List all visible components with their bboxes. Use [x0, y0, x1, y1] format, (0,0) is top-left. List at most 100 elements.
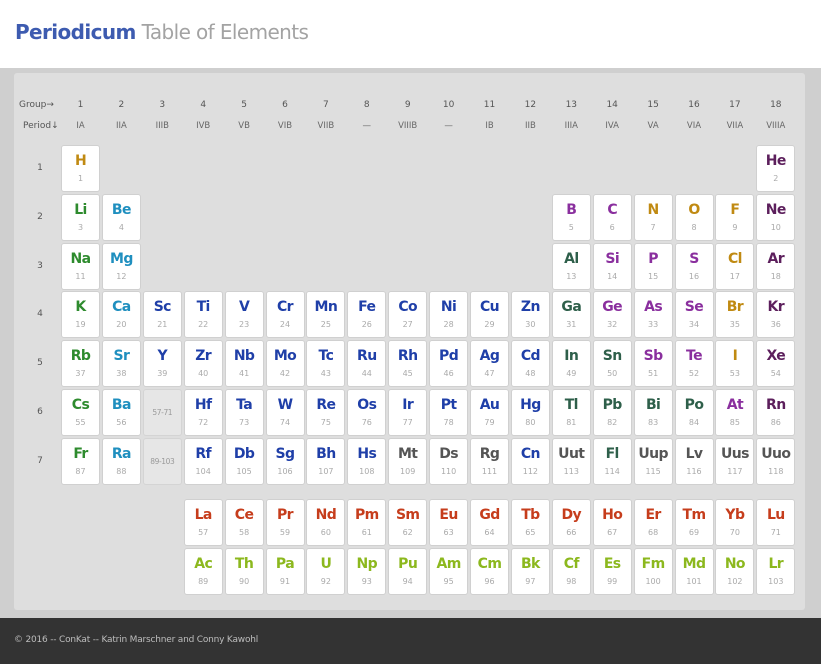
element-cell-pt[interactable]: Pt 78 [430, 390, 468, 435]
element-cell-ho[interactable]: Ho 67 [593, 500, 631, 545]
element-cell-ta[interactable]: Ta 73 [225, 390, 263, 435]
element-cell-ba[interactable]: Ba 56 [102, 390, 140, 435]
element-cell-cu[interactable]: Cu 29 [471, 292, 508, 338]
element-cell-eu[interactable]: Eu 63 [430, 500, 468, 545]
element-cell-yb[interactable]: Yb 70 [716, 500, 754, 545]
element-cell-gd[interactable]: Gd 64 [471, 500, 508, 545]
app-logo[interactable]: Periodicum Table of Elements [15, 20, 309, 44]
element-cell-al[interactable]: Al 13 [552, 243, 590, 289]
element-cell-f[interactable]: F9 [716, 194, 754, 240]
element-cell-pm[interactable]: Pm 61 [348, 500, 386, 545]
element-cell-ac[interactable]: Ac 89 [184, 548, 222, 594]
element-cell-mg[interactable]: Mg 12 [102, 243, 140, 289]
element-cell-sn[interactable]: Sn 50 [593, 341, 631, 387]
element-cell-cf[interactable]: Cf 98 [552, 548, 590, 594]
element-cell-er[interactable]: Er 68 [634, 500, 672, 545]
element-cell-cl[interactable]: Cl 17 [716, 243, 754, 289]
element-cell-b[interactable]: B5 [552, 194, 590, 240]
element-cell-li[interactable]: Li 3 [62, 194, 99, 240]
element-cell-fe[interactable]: Fe 26 [348, 292, 386, 338]
element-cell-cn[interactable]: Cn 112 [511, 438, 549, 484]
element-cell-md[interactable]: Md 101 [675, 548, 713, 594]
element-cell-na[interactable]: Na 11 [62, 243, 99, 289]
element-cell-ga[interactable]: Ga 31 [552, 292, 590, 338]
element-cell-fm[interactable]: Fm 100 [634, 548, 672, 594]
element-cell-ce[interactable]: Ce 58 [225, 500, 263, 545]
element-cell-tl[interactable]: Tl 81 [552, 390, 590, 435]
element-cell-as[interactable]: As 33 [634, 292, 672, 338]
element-cell-sg[interactable]: Sg 106 [266, 438, 304, 484]
element-cell-re[interactable]: Re 75 [307, 390, 345, 435]
element-cell-ag[interactable]: Ag 47 [471, 341, 508, 387]
element-cell-at[interactable]: At 85 [716, 390, 754, 435]
element-cell-sm[interactable]: Sm 62 [389, 500, 427, 545]
element-cell-np[interactable]: Np 93 [348, 548, 386, 594]
element-cell-mt[interactable]: Mt 109 [389, 438, 427, 484]
element-cell-si[interactable]: Si 14 [593, 243, 631, 289]
element-cell-pu[interactable]: Pu 94 [389, 548, 427, 594]
element-cell-te[interactable]: Te 52 [675, 341, 713, 387]
element-cell-au[interactable]: Au 79 [471, 390, 508, 435]
element-cell-ge[interactable]: Ge 32 [593, 292, 631, 338]
element-cell-mn[interactable]: Mn 25 [307, 292, 345, 338]
element-cell-la[interactable]: La 57 [184, 500, 222, 545]
element-cell-u[interactable]: U 92 [307, 548, 345, 594]
element-cell-hs[interactable]: Hs 108 [348, 438, 386, 484]
element-cell-os[interactable]: Os 76 [348, 390, 386, 435]
element-cell-bh[interactable]: Bh 107 [307, 438, 345, 484]
element-cell-i[interactable]: I 53 [716, 341, 754, 387]
element-cell-rf[interactable]: Rf 104 [184, 438, 222, 484]
element-cell-bi[interactable]: Bi 83 [634, 390, 672, 435]
element-cell-be[interactable]: Be 4 [102, 194, 140, 240]
element-cell-ar[interactable]: Ar 18 [757, 243, 795, 289]
element-cell-h[interactable]: H1 [62, 146, 99, 191]
element-cell-c[interactable]: C6 [593, 194, 631, 240]
element-cell-s[interactable]: S 16 [675, 243, 713, 289]
element-cell-w[interactable]: W 74 [266, 390, 304, 435]
element-cell-v[interactable]: V 23 [225, 292, 263, 338]
element-cell-fl[interactable]: Fl 114 [593, 438, 631, 484]
element-cell-p[interactable]: P 15 [634, 243, 672, 289]
element-cell-pd[interactable]: Pd 46 [430, 341, 468, 387]
element-cell-rh[interactable]: Rh 45 [389, 341, 427, 387]
element-cell-cr[interactable]: Cr 24 [266, 292, 304, 338]
element-cell-ne[interactable]: Ne 10 [757, 194, 795, 240]
element-cell-dy[interactable]: Dy 66 [552, 500, 590, 545]
element-cell-se[interactable]: Se 34 [675, 292, 713, 338]
element-cell-zr[interactable]: Zr 40 [184, 341, 222, 387]
element-cell-ni[interactable]: Ni 28 [430, 292, 468, 338]
element-cell-lu[interactable]: Lu 71 [757, 500, 795, 545]
element-cell-uus[interactable]: Uus 117 [716, 438, 754, 484]
element-cell-in[interactable]: In 49 [552, 341, 590, 387]
element-cell-ru[interactable]: Ru 44 [348, 341, 386, 387]
element-cell-ca[interactable]: Ca 20 [102, 292, 140, 338]
element-cell-tm[interactable]: Tm 69 [675, 500, 713, 545]
element-cell-pa[interactable]: Pa 91 [266, 548, 304, 594]
element-cell-pr[interactable]: Pr 59 [266, 500, 304, 545]
element-cell-hg[interactable]: Hg 80 [511, 390, 549, 435]
element-cell-o[interactable]: O8 [675, 194, 713, 240]
element-cell-sr[interactable]: Sr 38 [102, 341, 140, 387]
element-cell-co[interactable]: Co 27 [389, 292, 427, 338]
element-cell-rn[interactable]: Rn 86 [757, 390, 795, 435]
element-cell-th[interactable]: Th 90 [225, 548, 263, 594]
element-cell-po[interactable]: Po 84 [675, 390, 713, 435]
element-cell-cs[interactable]: Cs 55 [62, 390, 99, 435]
element-cell-k[interactable]: K 19 [62, 292, 99, 338]
element-cell-am[interactable]: Am 95 [430, 548, 468, 594]
element-cell-lv[interactable]: Lv 116 [675, 438, 713, 484]
element-cell-xe[interactable]: Xe 54 [757, 341, 795, 387]
element-cell-no[interactable]: No 102 [716, 548, 754, 594]
element-cell-uut[interactable]: Uut 113 [552, 438, 590, 484]
element-cell-ir[interactable]: Ir 77 [389, 390, 427, 435]
element-cell-mo[interactable]: Mo 42 [266, 341, 304, 387]
element-cell-br[interactable]: Br 35 [716, 292, 754, 338]
element-cell-n[interactable]: N7 [634, 194, 672, 240]
element-cell-bk[interactable]: Bk 97 [511, 548, 549, 594]
element-cell-fr[interactable]: Fr 87 [62, 438, 99, 484]
element-cell-nd[interactable]: Nd 60 [307, 500, 345, 545]
element-cell-sb[interactable]: Sb 51 [634, 341, 672, 387]
element-cell-uuo[interactable]: Uuo 118 [757, 438, 795, 484]
element-cell-cm[interactable]: Cm 96 [471, 548, 508, 594]
element-cell-nb[interactable]: Nb 41 [225, 341, 263, 387]
